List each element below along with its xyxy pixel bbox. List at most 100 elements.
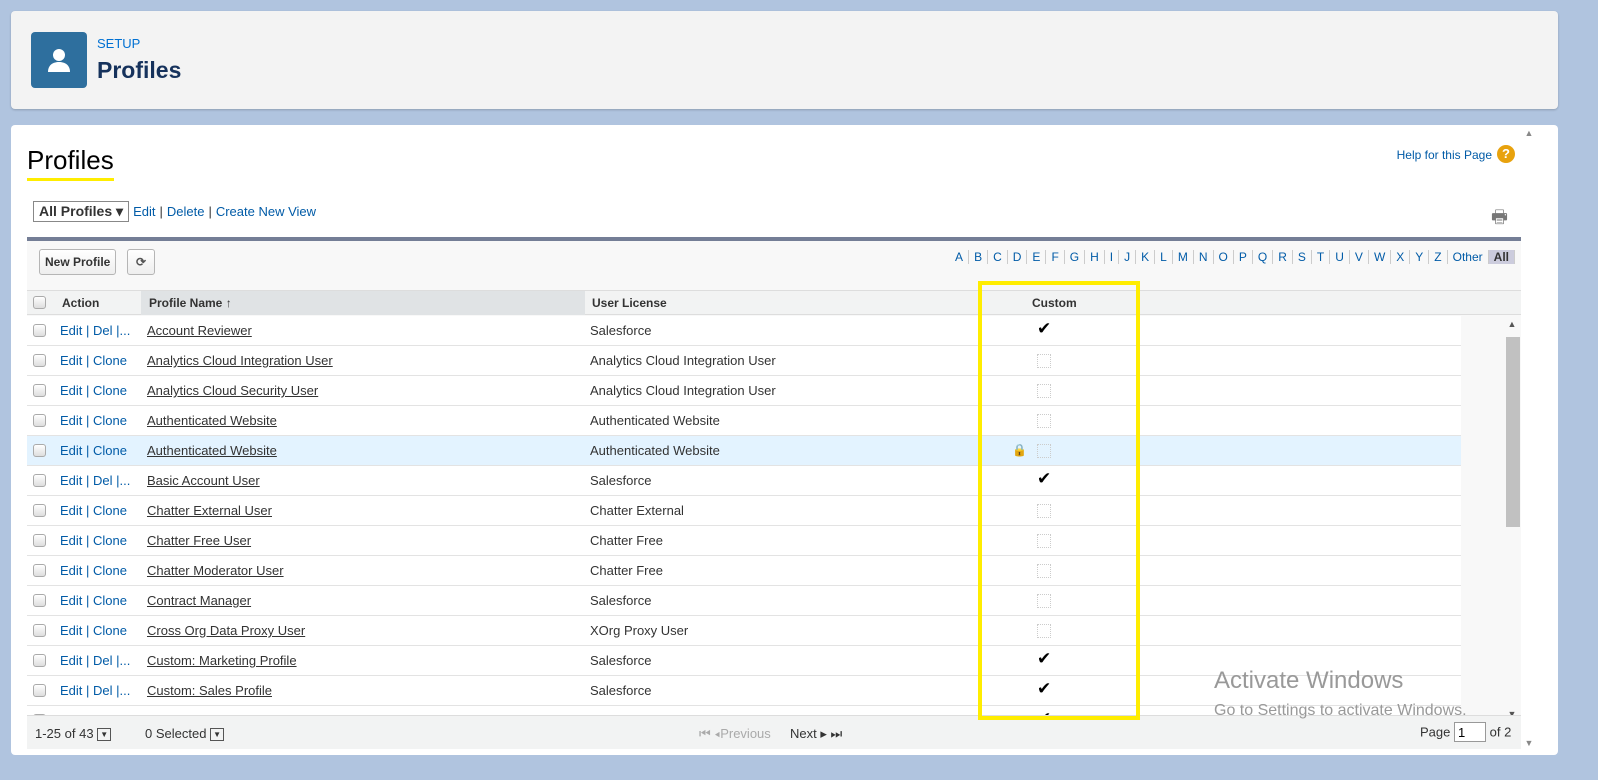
- col-user-license[interactable]: User License: [592, 296, 667, 310]
- profile-name-link[interactable]: Cross Org Data Proxy User: [147, 623, 305, 638]
- help-icon[interactable]: ?: [1497, 145, 1515, 163]
- row-checkbox[interactable]: [33, 384, 46, 397]
- row-action-links[interactable]: Edit | Clone: [60, 593, 127, 608]
- alpha-filter-f[interactable]: F: [1046, 250, 1065, 264]
- view-select[interactable]: All Profiles ▾: [33, 201, 130, 222]
- row-actions[interactable]: Edit | Clone: [60, 623, 127, 638]
- col-profile-name[interactable]: Profile Name ↑: [141, 291, 585, 315]
- row-checkbox[interactable]: [33, 474, 46, 487]
- create-view-link[interactable]: Create New View: [216, 204, 316, 219]
- row-action-links[interactable]: Edit | Clone: [60, 623, 127, 638]
- select-all-checkbox[interactable]: [33, 296, 46, 309]
- alpha-filter-u[interactable]: U: [1330, 250, 1350, 264]
- profile-name-link[interactable]: Basic Account User: [147, 473, 260, 488]
- edit-view-link[interactable]: Edit: [133, 204, 155, 219]
- row-checkbox[interactable]: [33, 504, 46, 517]
- alpha-filter-o[interactable]: O: [1214, 250, 1234, 264]
- row-action-links[interactable]: Edit | Del |...: [60, 323, 130, 338]
- row-actions[interactable]: Edit | Clone: [60, 533, 127, 548]
- alpha-filter-k[interactable]: K: [1136, 250, 1156, 264]
- alpha-filter-t[interactable]: T: [1312, 250, 1331, 264]
- alpha-filter-v[interactable]: V: [1350, 250, 1369, 264]
- alpha-filter-l[interactable]: L: [1155, 250, 1173, 264]
- profile-name-link[interactable]: Authenticated Website: [147, 413, 277, 428]
- alpha-filter-b[interactable]: B: [969, 250, 989, 264]
- alpha-filter-r[interactable]: R: [1273, 250, 1293, 264]
- print-icon[interactable]: 🖶: [1491, 205, 1508, 235]
- row-actions[interactable]: Edit | Clone: [60, 593, 127, 608]
- row-actions[interactable]: Edit | Del |...: [60, 653, 130, 668]
- row-actions[interactable]: Edit | Del |...: [60, 323, 130, 338]
- profile-name-link[interactable]: Chatter Moderator User: [147, 563, 284, 578]
- profile-name-link[interactable]: Chatter Free User: [147, 533, 251, 548]
- row-checkbox[interactable]: [33, 444, 46, 457]
- list-scrollbar[interactable]: ▲ ▼: [1503, 319, 1521, 719]
- help-link[interactable]: Help for this Page: [1397, 148, 1492, 162]
- row-checkbox[interactable]: [33, 534, 46, 547]
- alpha-filter-s[interactable]: S: [1293, 250, 1312, 264]
- alpha-filter-w[interactable]: W: [1369, 250, 1392, 264]
- profile-name-link[interactable]: Chatter External User: [147, 503, 272, 518]
- delete-view-link[interactable]: Delete: [167, 204, 205, 219]
- new-profile-button[interactable]: New Profile: [39, 249, 117, 275]
- next-link[interactable]: Next ▸ ⏭: [790, 726, 842, 742]
- alpha-filter-n[interactable]: N: [1194, 250, 1214, 264]
- row-checkbox[interactable]: [33, 354, 46, 367]
- alpha-filter-x[interactable]: X: [1391, 250, 1411, 264]
- row-checkbox[interactable]: [33, 564, 46, 577]
- row-action-links[interactable]: Edit | Clone: [60, 533, 127, 548]
- alpha-filter-q[interactable]: Q: [1253, 250, 1274, 264]
- alpha-filter-c[interactable]: C: [988, 250, 1008, 264]
- row-action-links[interactable]: Edit | Clone: [60, 413, 127, 428]
- row-actions[interactable]: Edit | Clone: [60, 353, 127, 368]
- page-input[interactable]: [1454, 722, 1486, 742]
- alpha-filter-j[interactable]: J: [1119, 250, 1137, 264]
- record-range[interactable]: 1-25 of 43 ▼: [35, 726, 112, 742]
- row-actions[interactable]: Edit | Del |...: [60, 473, 130, 488]
- row-checkbox[interactable]: [33, 594, 46, 607]
- profile-name-link[interactable]: Account Reviewer: [147, 323, 252, 338]
- alpha-filter-p[interactable]: P: [1234, 250, 1253, 264]
- row-action-links[interactable]: Edit | Clone: [60, 563, 127, 578]
- row-actions[interactable]: Edit | Clone: [60, 563, 127, 578]
- alpha-filter-y[interactable]: Y: [1410, 250, 1430, 264]
- row-actions[interactable]: Edit | Clone: [60, 503, 127, 518]
- row-checkbox[interactable]: [33, 414, 46, 427]
- row-action-links[interactable]: Edit | Del |...: [60, 473, 130, 488]
- alpha-filter-e[interactable]: E: [1027, 250, 1047, 264]
- row-action-links[interactable]: Edit | Clone: [60, 503, 127, 518]
- header-eyebrow[interactable]: SETUP: [97, 36, 140, 51]
- scrollbar-thumb[interactable]: [1506, 337, 1520, 527]
- alpha-filter-d[interactable]: D: [1008, 250, 1028, 264]
- profile-name-link[interactable]: Authenticated Website: [147, 443, 277, 458]
- row-action-links[interactable]: Edit | Clone: [60, 353, 127, 368]
- row-action-links[interactable]: Edit | Del |...: [60, 683, 130, 698]
- alpha-filter-z[interactable]: Z: [1429, 250, 1448, 264]
- row-action-links[interactable]: Edit | Del |...: [60, 653, 130, 668]
- alpha-filter-a[interactable]: A: [950, 250, 970, 264]
- selected-count[interactable]: 0 Selected ▼: [145, 726, 225, 742]
- refresh-icon[interactable]: ⟳: [127, 249, 155, 275]
- row-action-links[interactable]: Edit | Clone: [60, 383, 127, 398]
- row-checkbox[interactable]: [33, 324, 46, 337]
- profile-name-link[interactable]: Analytics Cloud Security User: [147, 383, 318, 398]
- profile-name-link[interactable]: Contract Manager: [147, 593, 251, 608]
- row-actions[interactable]: Edit | Clone: [60, 383, 127, 398]
- alpha-filter-i[interactable]: I: [1105, 250, 1120, 264]
- row-checkbox[interactable]: [33, 654, 46, 667]
- profile-name-link[interactable]: Custom: Marketing Profile: [147, 653, 297, 668]
- row-action-links[interactable]: Edit | Clone: [60, 443, 127, 458]
- row-actions[interactable]: Edit | Clone: [60, 413, 127, 428]
- alpha-filter-all[interactable]: All: [1488, 250, 1515, 264]
- profile-name-link[interactable]: Analytics Cloud Integration User: [147, 353, 333, 368]
- alpha-filter-h[interactable]: H: [1085, 250, 1105, 264]
- row-actions[interactable]: Edit | Clone: [60, 443, 127, 458]
- alpha-filter-m[interactable]: M: [1173, 250, 1194, 264]
- page-scrollbar[interactable]: ▲ ▼: [1521, 128, 1537, 748]
- row-actions[interactable]: Edit | Del |...: [60, 683, 130, 698]
- profile-name-link[interactable]: Custom: Sales Profile: [147, 683, 272, 698]
- alpha-filter-g[interactable]: G: [1065, 250, 1086, 264]
- row-checkbox[interactable]: [33, 684, 46, 697]
- alpha-filter-other[interactable]: Other: [1448, 250, 1489, 264]
- row-checkbox[interactable]: [33, 624, 46, 637]
